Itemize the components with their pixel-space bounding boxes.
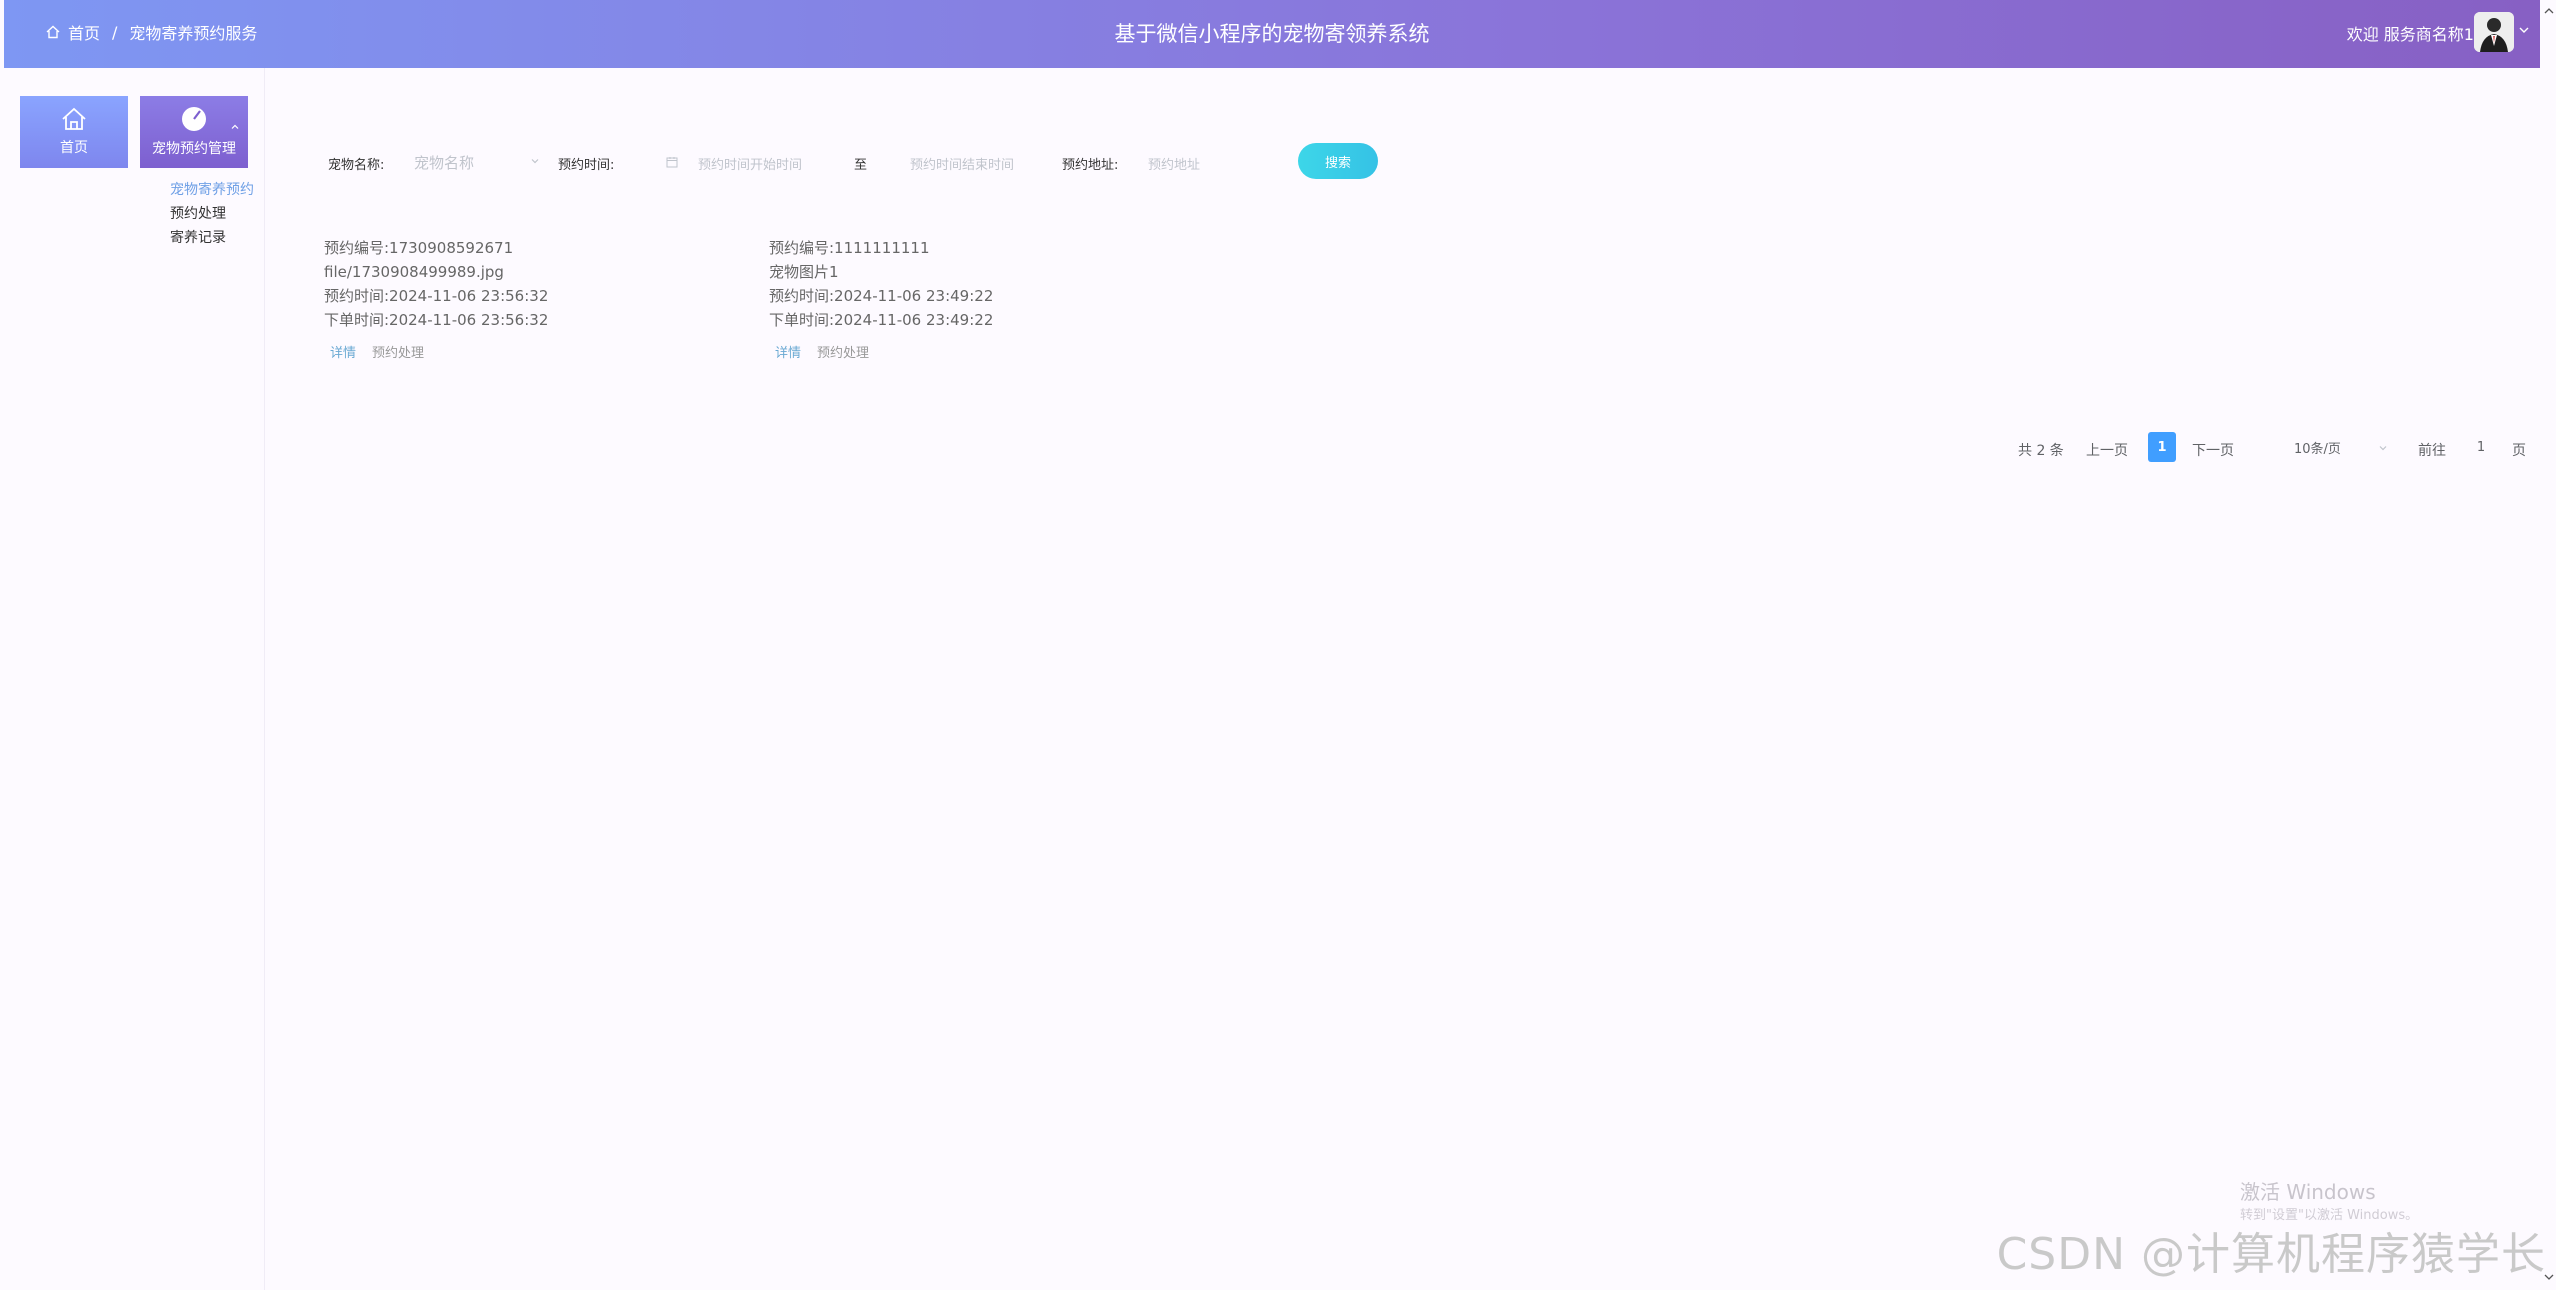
scroll-up-arrow-icon[interactable] (2544, 6, 2554, 16)
page-title: 基于微信小程序的宠物寄领养系统 (1114, 22, 1430, 46)
top-header: 首页 / 宠物寄养预约服务 基于微信小程序的宠物寄领养系统 欢迎 服务商名称1 (4, 0, 2540, 68)
windows-activation-watermark: 激活 Windows (2240, 1180, 2376, 1204)
submenu-item-boarding-records[interactable]: 寄养记录 (170, 226, 254, 250)
pet-name-label: 宠物名称: (328, 158, 385, 173)
submenu-item-pet-boarding[interactable]: 宠物寄养预约 (170, 178, 254, 202)
end-time-input[interactable]: 预约时间结束时间 (910, 154, 1014, 173)
user-avatar-icon (2474, 12, 2514, 52)
scroll-down-arrow-icon[interactable] (2544, 1272, 2554, 1282)
page-suffix-label: 页 (2512, 443, 2526, 459)
reservation-number: 预约编号:1111111111 (769, 239, 930, 257)
reserve-time-label: 预约时间: (558, 158, 615, 173)
goto-label: 前往 (2418, 443, 2446, 459)
submenu-item-reservation-processing[interactable]: 预约处理 (170, 202, 254, 226)
page-size-value: 10条/页 (2294, 441, 2341, 457)
chevron-down-icon[interactable] (2518, 24, 2530, 36)
reservation-time: 预约时间:2024-11-06 23:49:22 (769, 287, 994, 305)
detail-button[interactable]: 详情 (775, 342, 801, 366)
address-input[interactable]: 预约地址 (1148, 154, 1200, 173)
reservation-number: 预约编号:1730908592671 (324, 239, 514, 257)
home-icon (62, 107, 86, 130)
chevron-down-icon (2379, 446, 2387, 451)
next-page-button[interactable]: 下一页 (2192, 440, 2234, 460)
csdn-watermark: CSDN @计算机程序猿学长 (1996, 1229, 2546, 1280)
start-time-input[interactable]: 预约时间开始时间 (698, 154, 802, 173)
reservation-time: 预约时间:2024-11-06 23:56:32 (324, 287, 549, 305)
record-card: 预约编号:1730908592671 file/1730908499989.jp… (324, 236, 548, 366)
pet-image-path: file/1730908499989.jpg (324, 263, 504, 281)
pagination: 共 2 条 上一页 1 下一页 10条/页 前往 1 页 (0, 432, 2556, 464)
address-label: 预约地址: (1062, 158, 1119, 173)
welcome-text: 欢迎 服务商名称1 (2346, 25, 2474, 44)
sidebar-submenu: 宠物寄养预约 预约处理 寄养记录 (170, 178, 254, 250)
avatar[interactable] (2474, 12, 2514, 52)
search-button[interactable]: 搜索 (1298, 143, 1378, 179)
order-time: 下单时间:2024-11-06 23:49:22 (769, 311, 994, 329)
chevron-up-icon (231, 124, 239, 129)
search-form: 宠物名称: 宠物名称 预约时间: 预约时间开始时间 至 预约时间结束时间 预约地… (0, 140, 2556, 180)
pet-name-select[interactable]: 宠物名称 (414, 152, 474, 173)
pet-image-path: 宠物图片1 (769, 263, 839, 281)
sidebar: 首页 宠物预约管理 宠物寄养预约 预约处理 寄养记录 (0, 68, 265, 1290)
prev-page-button[interactable]: 上一页 (2086, 440, 2128, 460)
page-size-select[interactable]: 10条/页 (2266, 432, 2396, 462)
order-time: 下单时间:2024-11-06 23:56:32 (324, 311, 549, 329)
page-number-active[interactable]: 1 (2148, 432, 2176, 462)
detail-button[interactable]: 详情 (330, 342, 356, 366)
process-button[interactable]: 预约处理 (372, 342, 424, 366)
record-card: 预约编号:1111111111 宠物图片1 预约时间:2024-11-06 23… (769, 236, 993, 366)
jump-page-input[interactable]: 1 (2456, 432, 2506, 462)
range-separator: 至 (854, 158, 868, 173)
process-button[interactable]: 预约处理 (817, 342, 869, 366)
pie-chart-icon (182, 107, 206, 131)
calendar-icon (666, 157, 678, 168)
total-count: 共 2 条 (2018, 443, 2064, 459)
chevron-down-icon[interactable] (530, 156, 540, 166)
